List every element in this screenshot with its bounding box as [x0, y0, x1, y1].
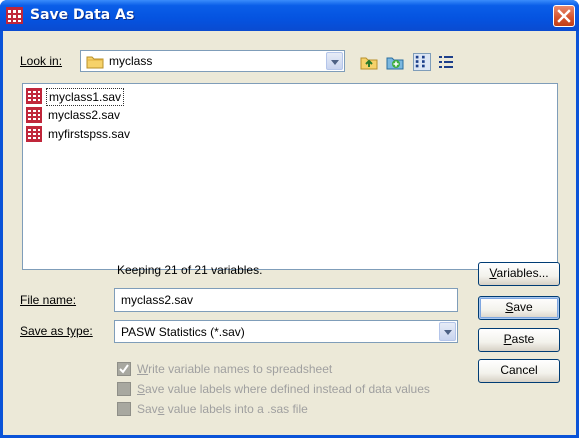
- write-variable-names-label: Write variable names to spreadsheet: [137, 362, 333, 376]
- file-name: myclass1.sav: [46, 88, 125, 106]
- close-icon: [557, 9, 571, 23]
- paste-button[interactable]: Paste: [478, 328, 560, 352]
- dialog-window: Save Data As Look in: myclass myclass1.s…: [0, 0, 579, 438]
- file-item-myclass1[interactable]: myclass1.sav: [26, 87, 166, 106]
- save-labels-sas-label: Save value labels into a .sas file: [137, 402, 308, 416]
- check-mark-icon: [119, 364, 129, 374]
- save-as-type-label: Save as type:: [20, 324, 93, 338]
- file-list[interactable]: myclass1.sav myclass2.sav myfirstspss.sa…: [22, 83, 558, 270]
- folder-icon: [86, 56, 104, 69]
- file-name-value: myclass2.sav: [121, 293, 194, 307]
- title-bar[interactable]: Save Data As: [0, 0, 579, 31]
- file-item-myfirstspss[interactable]: myfirstspss.sav: [26, 125, 166, 143]
- look-in-label: Look in:: [20, 54, 63, 68]
- sav-file-icon: [26, 126, 42, 142]
- look-in-dropdown[interactable]: myclass: [80, 50, 345, 72]
- sav-file-icon: [26, 88, 42, 104]
- save-as-type-dropdown-arrow[interactable]: [439, 322, 456, 341]
- look-in-value: myclass: [109, 54, 153, 68]
- save-as-type-dropdown[interactable]: PASW Statistics (*.sav): [114, 320, 458, 343]
- window-title: Save Data As: [30, 7, 135, 23]
- look-in-dropdown-arrow[interactable]: [326, 52, 343, 70]
- details-view-icon[interactable]: [437, 53, 455, 71]
- file-name: myfirstspss.sav: [48, 127, 131, 141]
- file-name: myclass2.sav: [48, 108, 121, 122]
- keeping-variables-text: Keeping 21 of 21 variables.: [117, 263, 263, 277]
- variables-button[interactable]: Variables...: [478, 262, 560, 286]
- new-folder-icon[interactable]: [386, 53, 404, 71]
- checkbox-box: [117, 402, 131, 416]
- save-as-type-value: PASW Statistics (*.sav): [121, 325, 245, 339]
- checkbox-box: [117, 362, 131, 376]
- dialog-body: Look in: myclass myclass1.sav myclass2.s…: [3, 31, 576, 435]
- close-button[interactable]: [553, 5, 575, 27]
- sav-file-icon: [26, 107, 42, 123]
- save-button[interactable]: Save: [478, 296, 560, 320]
- save-value-labels-label: Save value labels where defined instead …: [137, 382, 430, 396]
- list-view-icon[interactable]: [413, 53, 431, 71]
- checkbox-box: [117, 382, 131, 396]
- cancel-button[interactable]: Cancel: [478, 359, 560, 383]
- up-folder-icon[interactable]: [360, 53, 378, 71]
- file-name-label: File name:: [20, 293, 77, 307]
- file-name-input[interactable]: myclass2.sav: [114, 288, 458, 312]
- spss-data-icon: [6, 7, 23, 24]
- file-item-myclass2[interactable]: myclass2.sav: [26, 106, 166, 124]
